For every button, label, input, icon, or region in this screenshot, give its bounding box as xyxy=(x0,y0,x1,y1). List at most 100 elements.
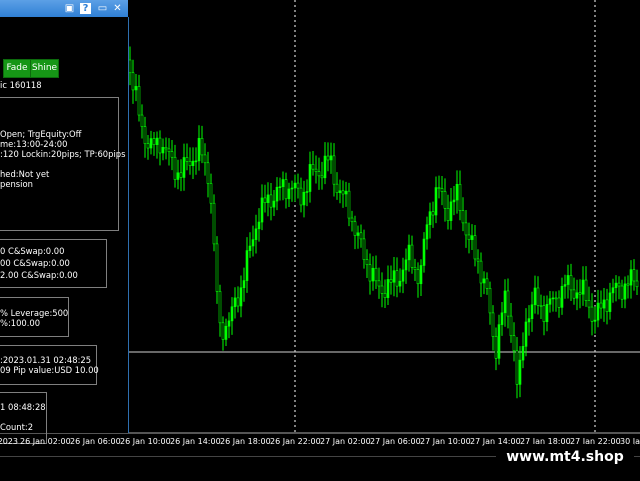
candle-body xyxy=(344,190,348,195)
candle-body xyxy=(539,305,543,307)
candle-body xyxy=(467,234,471,240)
candle-body xyxy=(227,320,231,327)
candle-body xyxy=(473,235,477,260)
candle-body xyxy=(236,297,240,307)
candle-body xyxy=(479,260,483,284)
panel-titlebar[interactable]: ▣ ? ▭ ✕ xyxy=(0,0,128,18)
candle-body xyxy=(287,188,291,200)
candle-body xyxy=(191,160,195,167)
candle-body xyxy=(512,335,516,352)
candle-body xyxy=(368,264,372,282)
candle-body xyxy=(458,183,462,211)
candle-body xyxy=(233,297,237,308)
candle-body xyxy=(572,289,576,299)
help-icon[interactable]: ? xyxy=(80,3,91,14)
swap-text-2: 00 C&Swap:0.00 xyxy=(0,258,70,268)
candle-body xyxy=(524,321,528,347)
candle-body xyxy=(419,265,423,285)
percent-text: %:100.00 xyxy=(0,318,41,328)
candle-body xyxy=(380,285,384,294)
time-tick-label: 26 Jan 02:00 xyxy=(20,437,71,446)
candle-body xyxy=(137,86,141,116)
candle-body xyxy=(161,147,165,154)
candle-body xyxy=(626,283,630,286)
candle-body xyxy=(428,211,432,226)
pip-value-text: 09 Pip value:USD 10.00 xyxy=(0,365,99,375)
candle-body xyxy=(455,183,459,201)
candle-body xyxy=(242,280,246,289)
hedge-text: hed:Not yet xyxy=(0,169,50,179)
swap-text-3: 2.00 C&Swap:0.00 xyxy=(0,270,78,280)
time-tick-label: 26 Jan 10:00 xyxy=(120,437,171,446)
candle-body xyxy=(362,238,366,260)
candle-body xyxy=(218,291,222,324)
candle-body xyxy=(488,288,492,314)
candle-body xyxy=(284,179,288,200)
candle-body xyxy=(497,324,501,359)
time-tick-label: 26 Jan 2023 xyxy=(0,437,18,446)
candle-body xyxy=(212,202,216,245)
candle-body xyxy=(326,155,330,161)
candle-body xyxy=(614,282,618,289)
candle-body xyxy=(566,275,570,285)
candle-body xyxy=(386,279,390,298)
candle-body xyxy=(185,157,189,162)
time-tick-label: 27 Jan 10:00 xyxy=(420,437,471,446)
candle-body xyxy=(305,191,309,193)
candle-body xyxy=(335,183,339,193)
candle-body xyxy=(200,138,204,156)
candle-body xyxy=(296,182,300,189)
candle-body xyxy=(302,191,306,206)
candle-body xyxy=(461,210,465,224)
candle-body xyxy=(500,312,504,325)
candle-body xyxy=(134,86,138,91)
candle-body xyxy=(152,138,156,145)
candle-body xyxy=(350,217,354,223)
candle-body xyxy=(197,138,201,162)
close-icon[interactable]: ✕ xyxy=(112,3,123,14)
candle-body xyxy=(167,148,171,152)
candle-body xyxy=(209,183,213,204)
candle-body xyxy=(503,290,507,314)
candle-body xyxy=(620,285,624,300)
candle-body xyxy=(131,72,135,91)
time-tick-label: 26 Jan 06:00 xyxy=(70,437,121,446)
candle-body xyxy=(389,279,393,283)
candle-body xyxy=(374,267,378,282)
shine-button[interactable]: Shine xyxy=(30,59,59,78)
minimize-icon[interactable]: ▭ xyxy=(97,3,108,14)
candle-body xyxy=(143,126,147,144)
candle-body xyxy=(584,279,588,301)
candle-body xyxy=(416,269,420,285)
time-tick-label: 26 Jan 18:00 xyxy=(220,437,271,446)
candle-body xyxy=(395,270,399,287)
candle-body xyxy=(215,243,219,292)
candle-body xyxy=(404,259,408,271)
time2-text: 1 08:48:28 xyxy=(0,402,46,412)
candle-body xyxy=(470,235,474,240)
lockin-text: :120 Lockin:20pips; TP:60pips xyxy=(0,149,126,159)
candle-body xyxy=(437,187,441,189)
candle-body xyxy=(590,306,594,322)
candle-body xyxy=(398,280,402,287)
candle-body xyxy=(332,155,336,185)
candle-body xyxy=(239,287,243,307)
candles-group xyxy=(128,46,639,399)
candle-body xyxy=(494,336,498,359)
candle-body xyxy=(275,186,279,202)
candle-body xyxy=(317,171,321,177)
candle-body xyxy=(230,306,234,322)
candle-body xyxy=(170,151,174,158)
candle-body xyxy=(311,164,315,170)
candle-body xyxy=(176,172,180,180)
candle-body xyxy=(521,346,525,361)
candle-body xyxy=(383,293,387,298)
candle-body xyxy=(617,282,621,287)
open-text: Open; TrgEquity:Off xyxy=(0,129,82,139)
fade-button[interactable]: Fade xyxy=(3,59,31,78)
candle-body xyxy=(407,244,411,261)
restore-icon[interactable]: ▣ xyxy=(64,3,75,14)
candle-body xyxy=(164,147,168,150)
version-text: ic 160118 xyxy=(0,80,42,90)
candle-body xyxy=(578,292,582,295)
